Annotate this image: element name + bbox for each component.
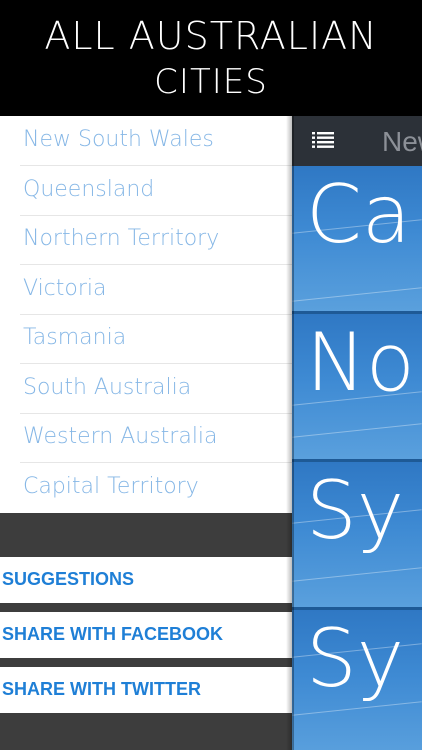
drawer-shadow <box>286 116 294 750</box>
city-tile[interactable]: Ca <box>292 166 422 311</box>
main-panel: New Ca No Sy Sy <box>292 116 422 750</box>
city-tile-text: Sy <box>306 464 405 557</box>
city-tile[interactable]: Sy <box>292 610 422 750</box>
state-item-western-australia[interactable]: Western Australia <box>0 413 292 463</box>
state-list: New South Wales Queensland Northern Terr… <box>0 116 292 513</box>
promo-banner: ALL AUSTRALIAN CITIES <box>0 0 422 116</box>
state-item-queensland[interactable]: Queensland <box>0 166 292 216</box>
city-tile[interactable]: Sy <box>292 462 422 607</box>
city-tile-text: Ca <box>306 168 411 261</box>
suggestions-label: SUGGESTIONS <box>2 569 135 589</box>
state-item-label: Western Australia <box>23 424 218 449</box>
state-item-new-south-wales[interactable]: New South Wales <box>0 116 292 166</box>
share-facebook-button[interactable]: SHARE WITH FACEBOOK <box>0 612 292 658</box>
city-tile-text: Sy <box>306 612 405 705</box>
state-item-label: South Australia <box>23 375 192 400</box>
share-twitter-button[interactable]: SHARE WITH TWITTER <box>0 667 292 713</box>
share-facebook-label: SHARE WITH FACEBOOK <box>2 624 224 644</box>
state-item-tasmania[interactable]: Tasmania <box>0 314 292 364</box>
state-item-capital-territory[interactable]: Capital Territory <box>0 463 292 513</box>
state-item-label: Victoria <box>23 276 107 301</box>
state-item-victoria[interactable]: Victoria <box>0 265 292 315</box>
state-item-label: Queensland <box>23 177 155 202</box>
state-item-label: Northern Territory <box>23 226 220 251</box>
city-tile-text: No <box>306 316 415 409</box>
state-item-label: Tasmania <box>23 325 127 350</box>
state-item-label: New South Wales <box>23 127 214 152</box>
state-item-label: Capital Territory <box>23 474 199 499</box>
side-drawer: New South Wales Queensland Northern Terr… <box>0 116 292 750</box>
nav-title: New <box>382 126 422 157</box>
share-twitter-label: SHARE WITH TWITTER <box>2 679 201 699</box>
city-tile[interactable]: No <box>292 314 422 459</box>
banner-title-line2: CITIES <box>154 62 268 102</box>
state-item-south-australia[interactable]: South Australia <box>0 364 292 414</box>
banner-title-line1: ALL AUSTRALIAN <box>44 14 378 58</box>
suggestions-button[interactable]: SUGGESTIONS <box>0 557 292 603</box>
state-item-northern-territory[interactable]: Northern Territory <box>0 215 292 265</box>
navigation-bar: New <box>292 116 422 166</box>
list-menu-icon[interactable] <box>312 131 334 149</box>
